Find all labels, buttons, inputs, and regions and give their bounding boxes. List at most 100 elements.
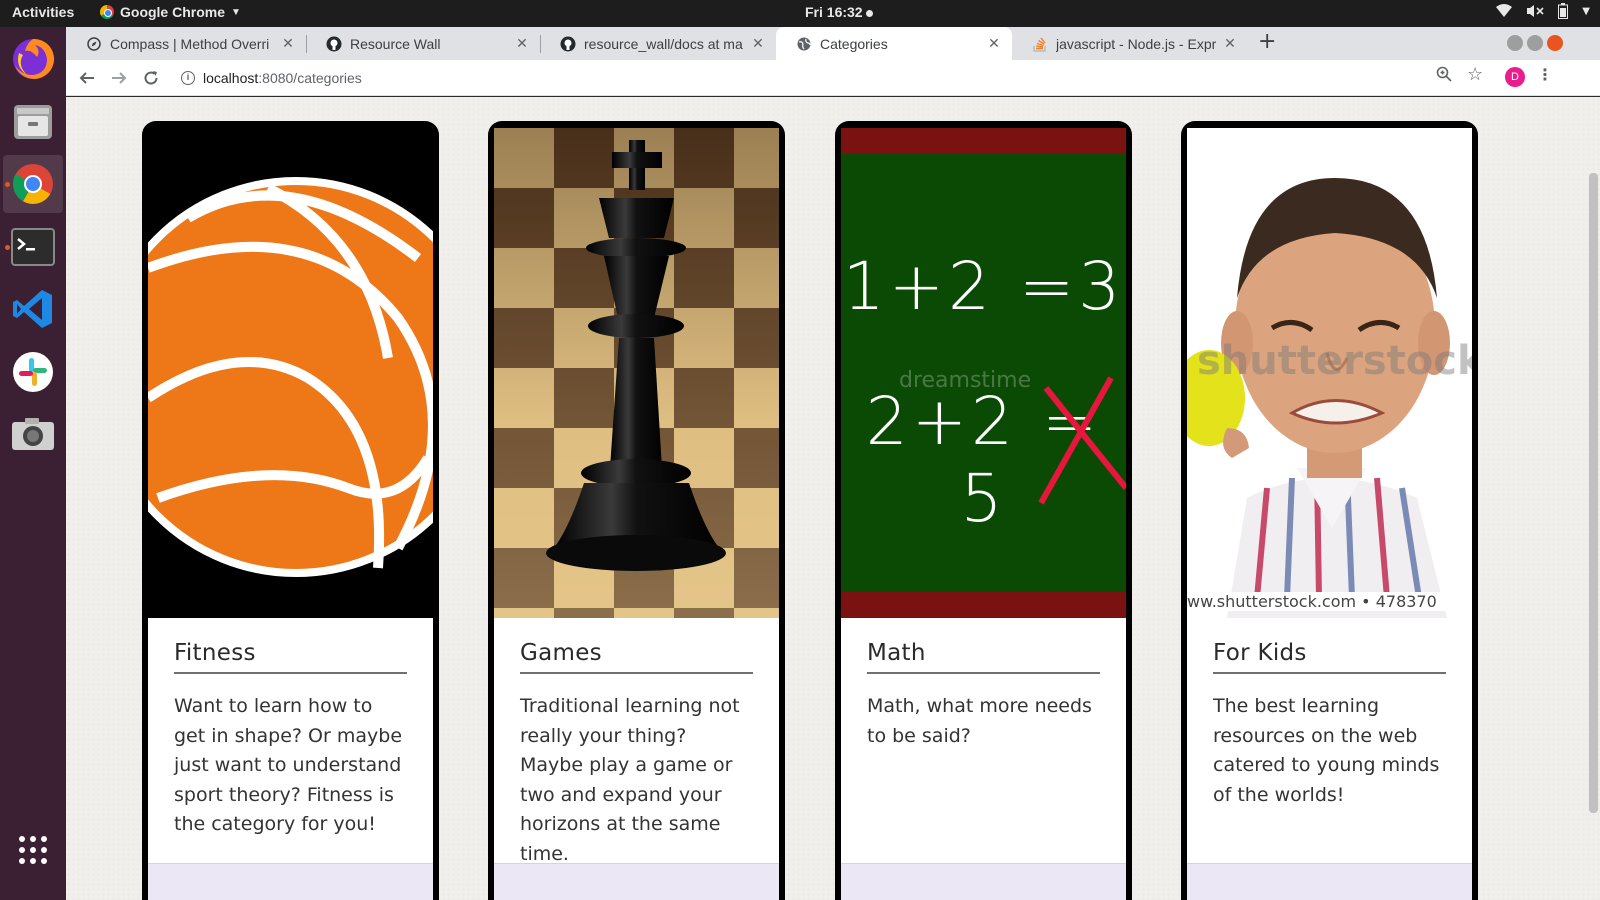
- tab-title: javascript - Node.js - Expr: [1056, 35, 1216, 52]
- category-card-games[interactable]: Games Traditional learning not really yo…: [488, 121, 785, 900]
- dock-show-applications[interactable]: [3, 821, 63, 879]
- reload-button[interactable]: [139, 66, 163, 90]
- notification-dot-icon: [865, 10, 873, 17]
- zoom-button[interactable]: [1436, 66, 1452, 86]
- arrow-left-icon: [79, 72, 94, 84]
- github-icon: [560, 36, 576, 52]
- compass-icon: [86, 36, 102, 52]
- card-footer: [841, 863, 1126, 900]
- app-grid-icon: [19, 836, 47, 864]
- dock-firefox[interactable]: [3, 30, 63, 88]
- arrow-right-icon: [112, 72, 127, 84]
- globe-icon: [796, 36, 812, 52]
- activities-button[interactable]: Activities: [12, 4, 74, 20]
- files-icon: [14, 105, 52, 139]
- category-card-math[interactable]: 1+2 =3 2+2 = 5 dreamstime Math Math, wha…: [835, 121, 1132, 900]
- close-icon[interactable]: ✕: [986, 35, 1002, 52]
- browser-toolbar: i localhost:8080/categories ☆ D ⋮: [66, 60, 1600, 96]
- system-top-bar: Activities Google Chrome ▼ Fri 16:32 ▼: [0, 0, 1600, 27]
- dock: [0, 27, 66, 900]
- wifi-icon: [1496, 4, 1513, 17]
- app-menu-label: Google Chrome: [120, 4, 226, 20]
- address-bar[interactable]: i localhost:8080/categories: [171, 64, 1461, 92]
- tab-compass[interactable]: Compass | Method Overri ✕: [66, 27, 306, 60]
- screenshot-icon: [12, 418, 54, 450]
- card-description: The best learning resources on the web c…: [1213, 695, 1440, 806]
- image-caption: ww.shutterstock.com • 478370: [1187, 592, 1472, 611]
- card-footer: [148, 863, 433, 900]
- url-path: :8080/categories: [258, 70, 362, 86]
- volume-muted-icon: [1527, 5, 1544, 17]
- minimize-button[interactable]: [1507, 35, 1523, 51]
- dock-screenshot[interactable]: [3, 405, 63, 463]
- bookmark-star-button[interactable]: ☆: [1467, 64, 1483, 85]
- system-tray[interactable]: ▼: [1496, 3, 1590, 19]
- category-card-for-kids[interactable]: shutterstock ww.shutterstock.com • 47837…: [1181, 121, 1478, 900]
- page-scrollbar[interactable]: [1589, 173, 1598, 813]
- dreamstime-watermark: dreamstime: [899, 368, 1032, 393]
- star-icon: ☆: [1467, 64, 1484, 85]
- shutterstock-watermark: shutterstock: [1197, 338, 1472, 384]
- running-indicator-icon: [5, 182, 10, 187]
- card-footer: [494, 863, 779, 900]
- tab-title: resource_wall/docs at ma: [584, 35, 743, 52]
- card-title: Fitness: [174, 640, 407, 674]
- chalkboard-image: 1+2 =3 2+2 = 5 dreamstime: [841, 128, 1126, 618]
- close-icon[interactable]: ✕: [750, 35, 766, 52]
- clock[interactable]: Fri 16:32: [805, 4, 873, 20]
- github-icon: [326, 36, 342, 52]
- battery-icon: [1558, 3, 1569, 19]
- tab-title: Categories: [820, 35, 888, 52]
- info-icon[interactable]: i: [181, 71, 195, 85]
- card-description: Math, what more needs to be said?: [867, 695, 1092, 747]
- dock-vscode[interactable]: [3, 280, 63, 338]
- tab-title: Resource Wall: [350, 35, 441, 52]
- new-tab-button[interactable]: +: [1258, 29, 1276, 54]
- chrome-icon: [13, 164, 53, 204]
- window-close-button[interactable]: [1547, 35, 1563, 51]
- kebab-menu-icon: ⋮: [1537, 65, 1553, 84]
- card-footer: [1187, 863, 1472, 900]
- tab-categories[interactable]: Categories ✕: [776, 27, 1012, 60]
- vscode-icon: [13, 290, 52, 328]
- card-title: Games: [520, 640, 753, 674]
- maximize-button[interactable]: [1527, 35, 1543, 51]
- reload-icon: [144, 71, 158, 85]
- chess-king-image: [494, 128, 779, 618]
- tab-strip: Compass | Method Overri ✕ Resource Wall …: [66, 27, 1600, 60]
- close-icon[interactable]: ✕: [514, 35, 530, 52]
- terminal-icon: [11, 228, 55, 266]
- category-card-fitness[interactable]: Fitness Want to learn how to get in shap…: [142, 121, 439, 900]
- chevron-down-icon: ▼: [1582, 5, 1590, 17]
- dock-chrome[interactable]: [3, 155, 63, 213]
- tab-resource-wall-docs[interactable]: resource_wall/docs at ma ✕: [540, 27, 776, 60]
- card-description: Want to learn how to get in shape? Or ma…: [174, 695, 403, 835]
- dock-slack[interactable]: [3, 343, 63, 401]
- chrome-icon: [100, 5, 114, 19]
- basketball-image: [148, 128, 433, 618]
- tab-resource-wall[interactable]: Resource Wall ✕: [306, 27, 540, 60]
- slack-icon: [13, 352, 53, 392]
- zoom-icon: [1436, 66, 1452, 82]
- stackoverflow-icon: [1032, 36, 1048, 52]
- card-title: For Kids: [1213, 640, 1446, 674]
- card-title: Math: [867, 640, 1100, 674]
- profile-avatar[interactable]: D: [1505, 67, 1525, 87]
- close-icon[interactable]: ✕: [280, 35, 296, 52]
- chevron-down-icon: ▼: [231, 6, 241, 18]
- close-icon[interactable]: ✕: [1222, 35, 1238, 52]
- back-button[interactable]: [75, 66, 99, 90]
- forward-button[interactable]: [107, 66, 131, 90]
- url-host: localhost: [203, 70, 259, 86]
- card-description: Traditional learning not really your thi…: [520, 695, 740, 865]
- dock-files[interactable]: [3, 92, 63, 150]
- chrome-menu-button[interactable]: ⋮: [1537, 65, 1553, 84]
- page-viewport: Fitness Want to learn how to get in shap…: [66, 97, 1600, 900]
- dock-terminal[interactable]: [3, 218, 63, 276]
- kid-lemon-image: shutterstock ww.shutterstock.com • 47837…: [1187, 128, 1472, 618]
- clock-label: Fri 16:32: [805, 4, 863, 20]
- firefox-icon: [13, 38, 55, 79]
- app-menu[interactable]: Google Chrome ▼: [100, 4, 241, 20]
- running-indicator-icon: [5, 245, 10, 250]
- tab-stackoverflow[interactable]: javascript - Node.js - Expr ✕: [1012, 27, 1248, 60]
